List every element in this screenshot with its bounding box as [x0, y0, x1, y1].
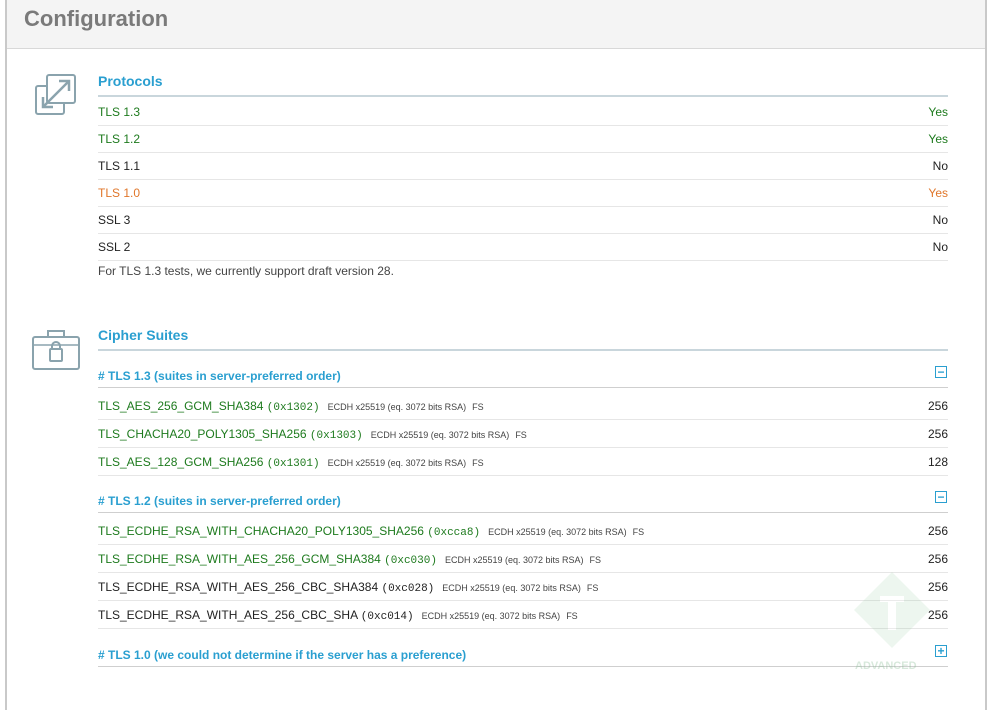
- protocols-note: For TLS 1.3 tests, we currently support …: [98, 264, 394, 278]
- cipher-suite-name: TLS_AES_128_GCM_SHA256: [98, 455, 264, 469]
- cipher-suite-keyex: ECDH x25519 (eq. 3072 bits RSA): [442, 583, 581, 593]
- protocol-value: Yes: [928, 186, 948, 200]
- cipher-suite-row: TLS_AES_128_GCM_SHA256 (0x1301) ECDH x255…: [98, 448, 948, 476]
- cipher-suite-hex: (0x1301): [266, 458, 320, 470]
- cipher-suite-row: TLS_ECDHE_RSA_WITH_AES_256_CBC_SHA384 (0…: [98, 573, 948, 601]
- protocol-row: SSL 3 No: [98, 206, 948, 234]
- cipher-suite-fs: FS: [472, 458, 484, 468]
- cipher-group-label: # TLS 1.0 (we could not determine if the…: [98, 648, 467, 662]
- protocol-row: TLS 1.1 No: [98, 152, 948, 180]
- protocol-name: TLS 1.2: [98, 132, 141, 146]
- cipher-suite-keyex: ECDH x25519 (eq. 3072 bits RSA): [444, 555, 584, 565]
- cipher-group-label: # TLS 1.3 (suites in server-preferred or…: [98, 369, 341, 383]
- cipher-suite-hex: (0xc028): [381, 583, 435, 595]
- cipher-suites-title: Cipher Suites: [98, 327, 948, 351]
- cipher-suite-name-wrap: TLS_ECDHE_RSA_WITH_AES_256_CBC_SHA384 (0…: [98, 580, 598, 595]
- cipher-group-header[interactable]: # TLS 1.3 (suites in server-preferred or…: [98, 363, 948, 388]
- cipher-suite-hex: (0x1302): [266, 402, 320, 414]
- cipher-suite-name-wrap: TLS_ECDHE_RSA_WITH_CHACHA20_POLY1305_SHA…: [98, 524, 644, 539]
- cipher-suite-keyex: ECDH x25519 (eq. 3072 bits RSA): [488, 527, 627, 537]
- cipher-suite-bits: 256: [927, 399, 948, 413]
- protocol-name: TLS 1.3: [98, 105, 141, 119]
- page-title: Configuration: [24, 6, 169, 31]
- cipher-suite-hex: (0x1303): [309, 430, 363, 442]
- protocol-row: TLS 1.0 Yes: [98, 179, 948, 207]
- protocol-name: SSL 3: [98, 213, 131, 227]
- cipher-suite-keyex: ECDH x25519 (eq. 3072 bits RSA): [370, 430, 510, 440]
- cipher-suite-fs: FS: [472, 402, 484, 412]
- cipher-suite-name-wrap: TLS_AES_256_GCM_SHA384 (0x1302) ECDH x255…: [98, 399, 484, 414]
- cipher-suite-fs: FS: [586, 583, 599, 593]
- cipher-suite-name: TLS_ECDHE_RSA_WITH_AES_256_GCM_SHA384: [98, 552, 381, 566]
- cipher-suite-name-wrap: TLS_AES_128_GCM_SHA256 (0x1301) ECDH x255…: [98, 455, 484, 470]
- protocol-name: SSL 2: [98, 240, 131, 254]
- cipher-suite-name-wrap: TLS_CHACHA20_POLY1305_SHA256 (0x1303) ECD…: [98, 427, 527, 442]
- cipher-suite-hex: (0xc030): [384, 555, 437, 567]
- cipher-suite-hex: (0xc014): [360, 611, 414, 623]
- cipher-suite-name: TLS_ECDHE_RSA_WITH_AES_256_CBC_SHA: [98, 608, 358, 622]
- cipher-suite-name: TLS_AES_256_GCM_SHA384: [98, 399, 264, 413]
- protocol-name: TLS 1.1: [98, 159, 141, 173]
- cipher-group-header[interactable]: # TLS 1.0 (we could not determine if the…: [98, 642, 948, 667]
- cipher-suite-row: TLS_ECDHE_RSA_WITH_AES_256_GCM_SHA384 (0…: [98, 545, 948, 573]
- page-header: Configuration: [7, 0, 985, 49]
- cipher-suite-row: TLS_ECDHE_RSA_WITH_AES_256_CBC_SHA (0xc0…: [98, 601, 948, 629]
- cipher-suite-row: TLS_ECDHE_RSA_WITH_CHACHA20_POLY1305_SHA…: [98, 517, 948, 545]
- cipher-suite-keyex: ECDH x25519 (eq. 3072 bits RSA): [327, 458, 467, 468]
- cipher-suite-fs: FS: [632, 527, 645, 537]
- cipher-suite-name: TLS_CHACHA20_POLY1305_SHA256: [98, 427, 307, 441]
- toolbox-lock-icon: [32, 330, 80, 370]
- protocol-value: No: [932, 240, 948, 254]
- cipher-suite-name-wrap: TLS_ECDHE_RSA_WITH_AES_256_GCM_SHA384 (0…: [98, 552, 601, 567]
- watermark-text: ADVANCED: [855, 660, 917, 672]
- cipher-group-label: # TLS 1.2 (suites in server-preferred or…: [98, 494, 341, 508]
- cipher-suite-name-wrap: TLS_ECDHE_RSA_WITH_AES_256_CBC_SHA (0xc0…: [98, 608, 578, 623]
- cipher-suite-bits: 256: [927, 552, 948, 566]
- cipher-suite-bits: 256: [927, 427, 948, 441]
- protocol-value: Yes: [928, 105, 948, 119]
- cipher-suite-keyex: ECDH x25519 (eq. 3072 bits RSA): [327, 402, 467, 412]
- collapse-icon[interactable]: −: [935, 366, 947, 378]
- cipher-suite-fs: FS: [566, 611, 578, 621]
- protocol-name: TLS 1.0: [98, 186, 141, 200]
- cipher-suite-name: TLS_ECDHE_RSA_WITH_CHACHA20_POLY1305_SHA…: [98, 524, 424, 538]
- protocols-title: Protocols: [98, 73, 948, 97]
- cipher-suite-keyex: ECDH x25519 (eq. 3072 bits RSA): [421, 611, 561, 621]
- protocols-arrows-icon: [35, 74, 76, 115]
- collapse-icon[interactable]: −: [935, 491, 947, 503]
- protocol-row: TLS 1.2 Yes: [98, 125, 948, 153]
- protocol-value: Yes: [928, 132, 948, 146]
- expand-icon[interactable]: +: [935, 645, 947, 657]
- cipher-suite-hex: (0xcca8): [427, 527, 481, 539]
- cipher-group-header[interactable]: # TLS 1.2 (suites in server-preferred or…: [98, 488, 948, 513]
- protocol-row: SSL 2 No: [98, 233, 948, 261]
- cipher-suite-fs: FS: [589, 555, 602, 565]
- protocol-row: TLS 1.3 Yes: [98, 98, 948, 126]
- cipher-suite-bits: 128: [927, 455, 948, 469]
- protocol-value: No: [932, 213, 948, 227]
- cipher-suite-name: TLS_ECDHE_RSA_WITH_AES_256_CBC_SHA384: [98, 580, 379, 594]
- cipher-suite-row: TLS_CHACHA20_POLY1305_SHA256 (0x1303) ECD…: [98, 420, 948, 448]
- cipher-suite-fs: FS: [515, 430, 527, 440]
- protocol-value: No: [932, 159, 948, 173]
- cipher-suite-bits: 256: [927, 524, 948, 538]
- cipher-suite-row: TLS_AES_256_GCM_SHA384 (0x1302) ECDH x255…: [98, 392, 948, 420]
